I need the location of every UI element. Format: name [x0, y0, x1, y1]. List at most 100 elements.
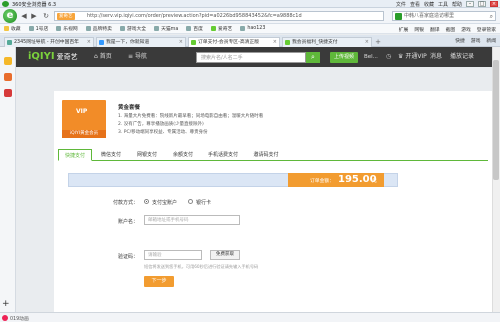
- bookmark-item[interactable]: 品牌特卖: [85, 25, 112, 32]
- close-button[interactable]: ×: [490, 1, 498, 7]
- search-icon[interactable]: ⌕: [490, 13, 493, 20]
- upload-button[interactable]: 上传视频: [330, 52, 358, 63]
- site-header: iQIYI 爱奇艺 ⌂ 首页 ≡ 导航 搜索片名/人名二手 ⌕ 上传视频 Bel.…: [16, 47, 500, 67]
- bookmark-icon: [210, 26, 216, 31]
- bank-button[interactable]: 网银: [414, 26, 424, 33]
- product-benefit: 3. PC/移动端同享权益、专属活动、尊贵身份: [118, 130, 208, 135]
- url-input[interactable]: 爱奇艺 http://serv.vip.iqiyi.com/order/prev…: [54, 11, 384, 21]
- shortcut-button[interactable]: 快捷: [455, 37, 465, 46]
- menu-icon: ≡: [128, 53, 134, 60]
- bookmark-item[interactable]: 天猫ma: [154, 25, 178, 32]
- account-label: 账户名：: [117, 219, 138, 225]
- bookmark-item[interactable]: 百度: [186, 25, 203, 32]
- browser-tab[interactable]: 我会员福利_快捷支付 ×: [282, 37, 372, 47]
- iqiyi-logo[interactable]: iQIYI 爱奇艺: [28, 51, 78, 63]
- tab-close-icon[interactable]: ×: [87, 38, 91, 47]
- bookmark-icon: [28, 26, 34, 31]
- new-tab-icon[interactable]: +: [374, 38, 382, 46]
- add-icon[interactable]: +: [2, 299, 10, 309]
- scrollbar-thumb[interactable]: [493, 60, 499, 180]
- message-link[interactable]: 消息: [430, 52, 442, 62]
- tab-bar: 2345网址导航 - 开创中国百年 × 我是一下，你就知道 × 订单支付-会员专…: [0, 35, 500, 47]
- bank-card-radio[interactable]: [188, 199, 193, 204]
- alipay-option-label[interactable]: 支付宝账户: [152, 199, 177, 206]
- open-vip-link[interactable]: ♛ 开通VIP: [398, 52, 427, 62]
- menu-file[interactable]: 文件: [396, 1, 406, 8]
- code-placeholder: 请输验: [148, 253, 162, 258]
- tab-favicon: [285, 40, 290, 45]
- history-icon[interactable]: ◷: [386, 53, 393, 61]
- bookmark-item[interactable]: hao123: [240, 26, 265, 31]
- bookmark-item[interactable]: 收藏: [4, 25, 21, 32]
- extensions-button[interactable]: 扩展: [399, 26, 409, 33]
- nav-menu[interactable]: ≡ 导航: [128, 52, 147, 62]
- browser-tab[interactable]: 2345网址导航 - 开创中国百年 ×: [4, 37, 94, 47]
- code-input[interactable]: 请输验: [144, 250, 202, 260]
- window-menu: 文件 查看 收藏 工具 帮助 – □ ×: [396, 0, 498, 8]
- maximize-button[interactable]: □: [478, 1, 486, 7]
- forward-icon[interactable]: ▶: [30, 12, 38, 20]
- home-link[interactable]: ⌂ 首页: [94, 52, 112, 62]
- menu-tools[interactable]: 工具: [438, 1, 448, 8]
- url-text[interactable]: http://serv.vip.iqiyi.com/order/preview.…: [87, 13, 377, 20]
- tab-phone-bill-pay[interactable]: 手机话费支付: [202, 149, 244, 161]
- amount-label: 订单金额：: [310, 179, 334, 184]
- tab-invite-code-pay[interactable]: 邀请码支付: [246, 149, 286, 161]
- browser-tab[interactable]: 我是一下，你就知道 ×: [96, 37, 186, 47]
- favorites-star-icon[interactable]: [4, 57, 12, 65]
- games-tab-button[interactable]: 游戏: [471, 37, 481, 46]
- bookmark-icon: [85, 26, 91, 31]
- tab-close-icon[interactable]: ×: [179, 38, 183, 47]
- status-bar: 019动画: [0, 312, 500, 322]
- screenshot-button[interactable]: 截图: [446, 26, 456, 33]
- browser-tab-active[interactable]: 订单支付-会员专区-高清正版 ×: [188, 37, 280, 47]
- menu-help[interactable]: 帮助: [452, 1, 462, 8]
- get-code-button[interactable]: 免费获取: [210, 250, 240, 260]
- browser-search-input[interactable]: 中韩八喜家庭造访哪里 ⌕: [392, 11, 496, 21]
- vip-product-image: VIP iQIYI黄金会员: [62, 100, 106, 138]
- app-icon[interactable]: [4, 89, 12, 97]
- bookmark-item[interactable]: 1号店: [28, 25, 48, 32]
- search-engine-icon[interactable]: [395, 13, 402, 20]
- next-button[interactable]: 下一步: [144, 276, 174, 287]
- weibo-icon[interactable]: [4, 73, 12, 81]
- status-text: 019动画: [10, 317, 29, 322]
- news-button[interactable]: 新闻: [486, 37, 496, 46]
- toolbar-right: 扩展 网银 翻译 截图 游戏 登录管家: [399, 24, 496, 34]
- menu-view[interactable]: 查看: [410, 1, 420, 8]
- back-icon[interactable]: ◀: [20, 12, 28, 20]
- bookmark-item[interactable]: 乐视网: [56, 25, 78, 32]
- tab-bank-pay[interactable]: 网银支付: [130, 149, 164, 161]
- order-amount: 订单金额： 195.00 元: [288, 173, 384, 187]
- site-search-icon[interactable]: ⌕: [306, 52, 320, 63]
- minimize-button[interactable]: –: [466, 1, 474, 7]
- bookmark-icon: [119, 26, 125, 31]
- home-icon: ⌂: [94, 53, 98, 60]
- bank-card-option-label[interactable]: 银行卡: [196, 199, 211, 206]
- games-button[interactable]: 游戏: [461, 26, 471, 33]
- site-search-input[interactable]: 搜索片名/人名二手: [196, 52, 306, 63]
- account-input[interactable]: 邮箱地址或手机号码: [144, 215, 240, 225]
- browser-icon: [2, 1, 9, 7]
- tab-bar-right: 快捷 游戏 新闻: [455, 37, 496, 46]
- tab-close-icon[interactable]: ×: [365, 38, 369, 47]
- translate-button[interactable]: 翻译: [430, 26, 440, 33]
- menu-favorites[interactable]: 收藏: [424, 1, 434, 8]
- address-bar: e ◀ ▶ ↻ 爱奇艺 http://serv.vip.iqiyi.com/or…: [0, 8, 500, 24]
- bookmark-item[interactable]: 游戏大全: [119, 25, 146, 32]
- user-menu[interactable]: Bel...: [364, 52, 378, 62]
- tab-balance-pay[interactable]: 余额支付: [166, 149, 200, 161]
- alipay-radio[interactable]: [144, 199, 149, 204]
- tab-wechat-pay[interactable]: 微信支付: [94, 149, 128, 161]
- browser-logo-icon[interactable]: e: [3, 9, 17, 23]
- history-link[interactable]: 播放记录: [450, 52, 474, 62]
- refresh-icon[interactable]: ↻: [42, 12, 50, 20]
- product-title: 黄金套餐: [118, 105, 141, 111]
- product-benefit: 1. 海量大片免费看：院线新片最早看；同场电影自由看；温暖大片随时看: [118, 114, 264, 119]
- pay-method-label: 付款方式：: [112, 200, 138, 206]
- bookmark-item[interactable]: 爱奇艺: [210, 25, 232, 32]
- tab-close-icon[interactable]: ×: [273, 38, 277, 47]
- bookmarks-bar: 收藏 1号店 乐视网 品牌特卖 游戏大全 天猫ma 百度 爱奇艺 hao123 …: [0, 24, 500, 34]
- login-manager-button[interactable]: 登录管家: [477, 26, 496, 33]
- tab-quick-pay[interactable]: 快捷支付: [58, 149, 92, 161]
